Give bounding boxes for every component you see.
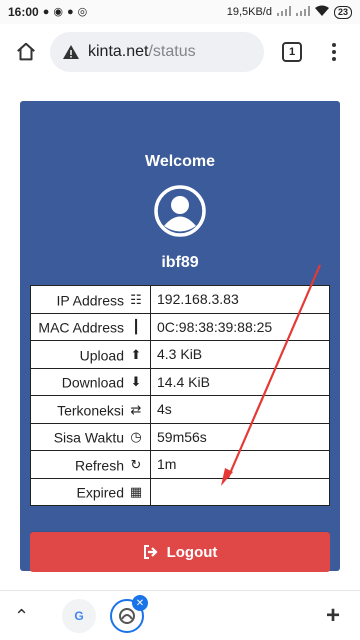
- person-icon: ●: [42, 5, 50, 18]
- row-label: Sisa Waktu: [53, 429, 124, 446]
- page-content: Welcome ibf89 IP Address ☷ 192.168.3.83 MAC…: [0, 80, 360, 590]
- chevron-up-icon[interactable]: ⌃: [14, 606, 29, 627]
- battery-indicator: 23: [333, 5, 352, 19]
- tab-google[interactable]: G: [62, 599, 96, 633]
- row-value: 4s: [150, 395, 330, 424]
- url-path: /status: [148, 43, 196, 60]
- sign-out-icon: [143, 545, 158, 559]
- url-host: kinta.net: [88, 43, 149, 60]
- row-value: 192.168.3.83: [150, 285, 330, 314]
- dot: [332, 43, 336, 47]
- row-value: 59m56s: [150, 422, 330, 451]
- row-label-cell: IP Address ☷: [30, 285, 151, 314]
- table-row: Download ⬇ 14.4 KiB: [30, 367, 330, 396]
- sitemap-icon: ☷: [130, 291, 142, 307]
- person-icon: ●: [66, 5, 74, 18]
- upload-icon: ⬆: [130, 346, 142, 362]
- table-row: Refresh ↻ 1m: [30, 450, 330, 479]
- messenger-icon: ◎: [77, 5, 88, 18]
- google-icon: G: [74, 609, 84, 623]
- row-label-cell: Expired ▦: [30, 477, 151, 506]
- row-value: 4.3 KiB: [150, 340, 330, 369]
- dot: [332, 50, 336, 54]
- row-value: 1m: [150, 450, 330, 479]
- row-value: 0C:98:38:39:88:25: [150, 312, 330, 341]
- facebook-icon: ◉: [53, 5, 63, 18]
- status-bar: 16:00 ● ◉ ● ◎ 19,5KB/d 23: [0, 0, 360, 24]
- browser-toolbar: kinta.net/status 1: [0, 24, 360, 80]
- row-label-cell: Sisa Waktu ◷: [30, 422, 151, 451]
- bottom-tab-bar: ⌃ G ✕ +: [0, 590, 360, 640]
- calendar-icon: ▦: [129, 484, 143, 500]
- row-label-cell: MAC Address ┃: [30, 312, 151, 341]
- row-label: Refresh: [74, 456, 124, 473]
- signal-icon: [295, 5, 310, 19]
- tab-switcher-button[interactable]: 1: [282, 42, 302, 62]
- exchange-icon: ⇄: [130, 401, 142, 417]
- row-label: MAC Address: [38, 319, 124, 336]
- status-card: Welcome ibf89 IP Address ☷ 192.168.3.83 MAC…: [20, 101, 340, 572]
- welcome-heading: Welcome: [145, 153, 215, 170]
- home-button[interactable]: [8, 34, 44, 70]
- table-row: Sisa Waktu ◷ 59m56s: [30, 422, 330, 451]
- signal-icon: [276, 5, 291, 19]
- logout-button[interactable]: Logout: [30, 532, 330, 572]
- avatar-icon: [154, 185, 206, 237]
- table-row: IP Address ☷ 192.168.3.83: [30, 285, 330, 314]
- network-speed: 19,5KB/d: [226, 6, 272, 18]
- warning-icon[interactable]: [62, 44, 80, 60]
- row-label: Upload: [79, 346, 124, 363]
- table-row: MAC Address ┃ 0C:98:38:39:88:25: [30, 312, 330, 341]
- table-row: Terkoneksi ⇄ 4s: [30, 395, 330, 424]
- row-label: Terkoneksi: [57, 401, 124, 418]
- table-row: Upload ⬆ 4.3 KiB: [30, 340, 330, 369]
- row-value: 14.4 KiB: [150, 367, 330, 396]
- table-row: Expired ▦: [30, 477, 330, 506]
- row-label-cell: Download ⬇: [30, 367, 151, 396]
- clock-icon: ◷: [130, 429, 142, 445]
- username: ibf89: [161, 254, 199, 271]
- wifi-icon: [314, 5, 329, 19]
- new-tab-icon[interactable]: +: [326, 602, 340, 630]
- row-label: Download: [61, 374, 124, 391]
- close-tab-icon[interactable]: ✕: [132, 595, 148, 611]
- url-bar[interactable]: kinta.net/status: [50, 32, 264, 72]
- row-label-cell: Upload ⬆: [30, 340, 151, 369]
- status-time: 16:00: [8, 5, 39, 19]
- home-icon: [17, 42, 35, 61]
- refresh-icon: ↻: [130, 456, 142, 472]
- site-favicon-icon: [119, 608, 135, 624]
- row-label: IP Address: [56, 291, 124, 308]
- download-icon: ⬇: [130, 374, 142, 390]
- row-label: Expired: [76, 484, 124, 501]
- dot: [332, 57, 336, 61]
- barcode-icon: ┃: [132, 319, 140, 335]
- row-value: [150, 477, 330, 506]
- overflow-menu-button[interactable]: [326, 40, 342, 64]
- row-label-cell: Refresh ↻: [30, 450, 151, 479]
- row-label-cell: Terkoneksi ⇄: [30, 395, 151, 424]
- logout-label: Logout: [166, 543, 218, 561]
- status-table: IP Address ☷ 192.168.3.83 MAC Address ┃ 0C:98…: [30, 285, 330, 506]
